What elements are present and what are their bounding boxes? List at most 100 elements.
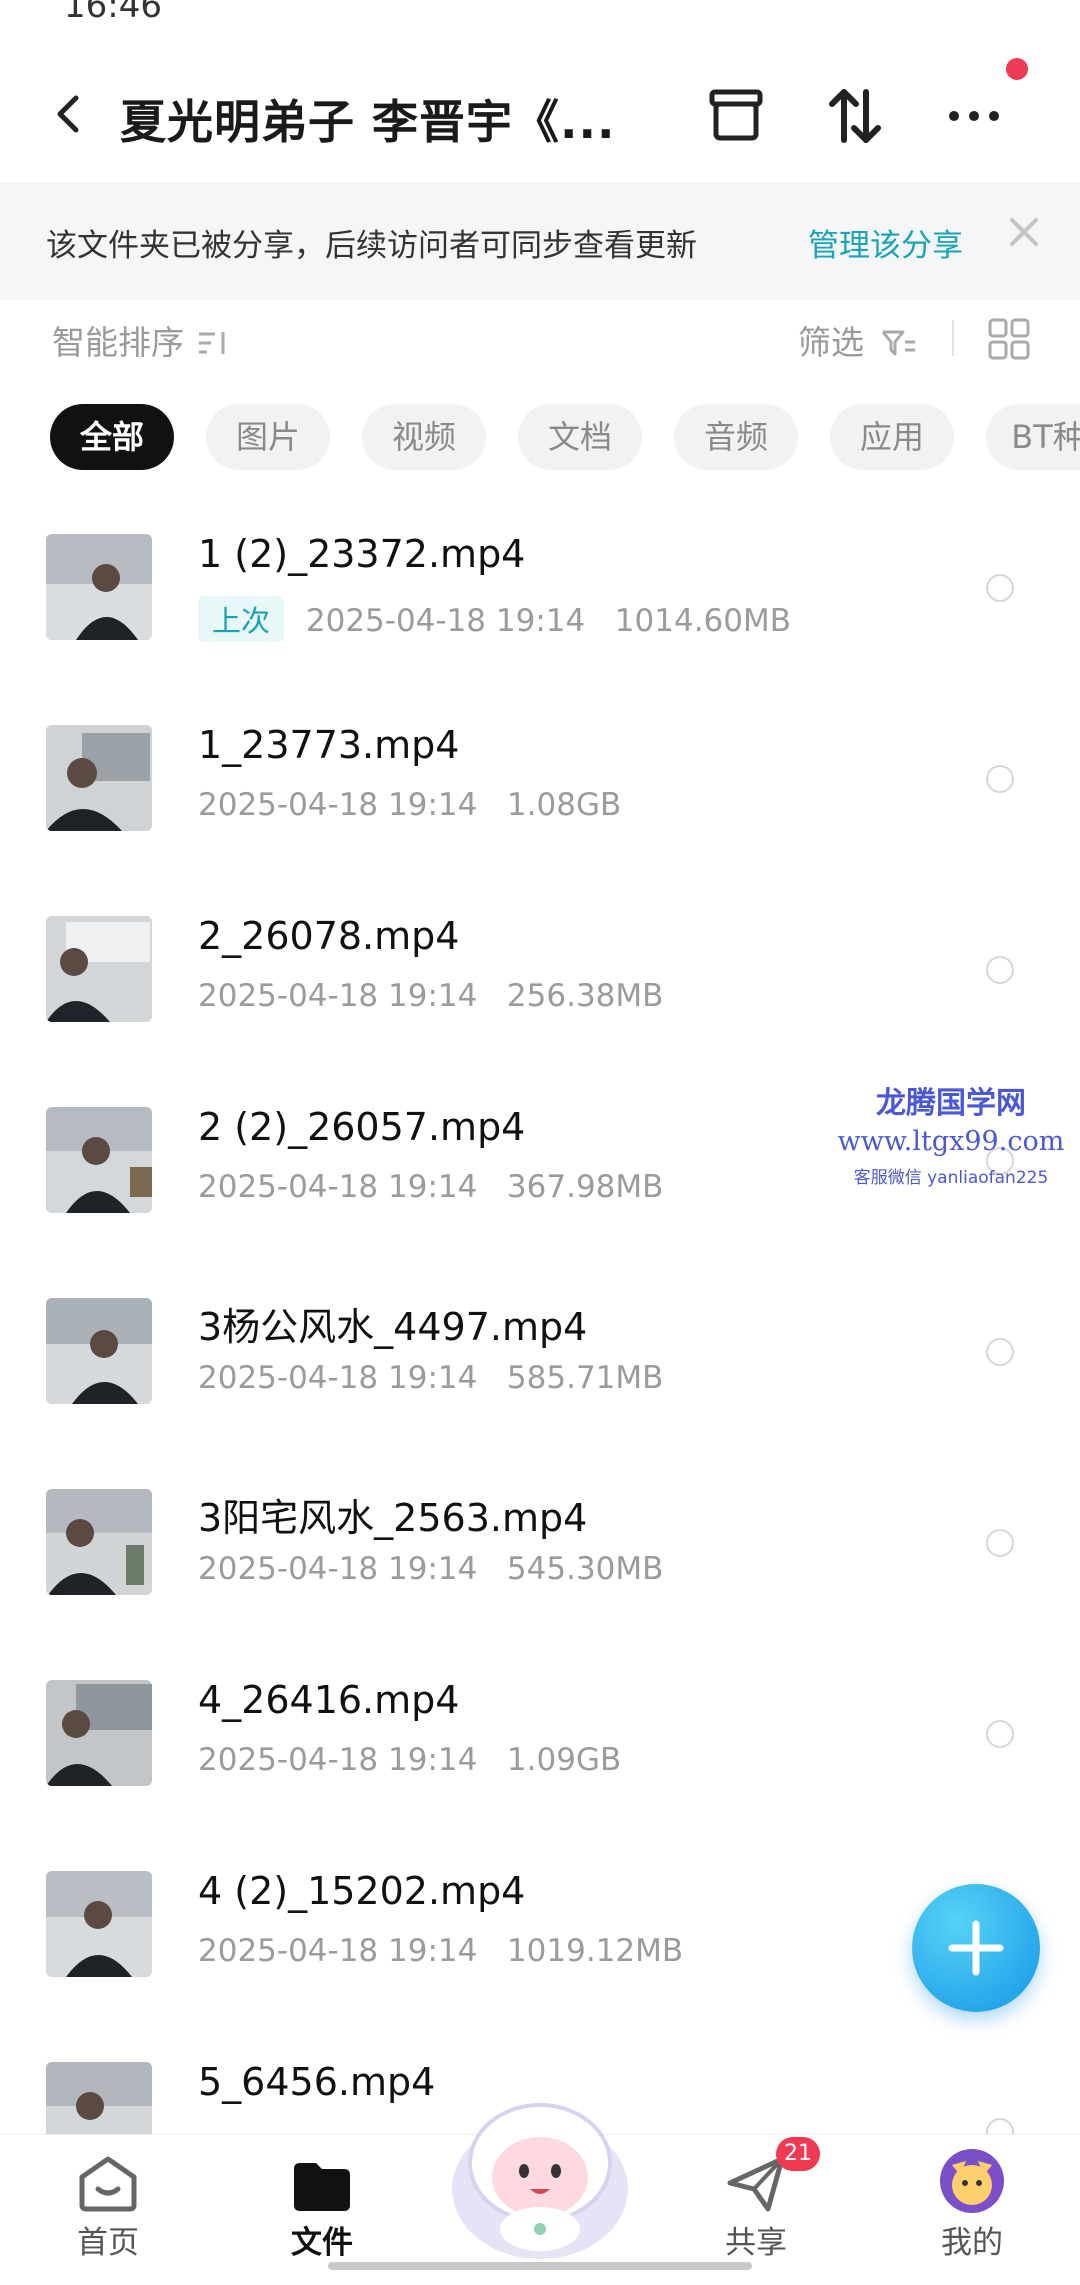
avatar-icon <box>940 2149 1004 2213</box>
share-count-badge: 21 <box>776 2137 820 2171</box>
select-radio[interactable] <box>986 1529 1014 1557</box>
file-row[interactable]: 3杨公风水_4497.mp4 2025-04-18 19:14 585.71MB <box>0 1298 1080 1488</box>
folder-icon <box>294 2163 350 2211</box>
chip-apps[interactable]: 应用 <box>830 404 954 470</box>
file-date: 2025-04-18 19:14 <box>198 1551 478 1587</box>
file-size: 1019.12MB <box>506 1933 684 1969</box>
status-time: 16:46 <box>64 0 162 26</box>
chip-bt[interactable]: BT种 <box>986 404 1080 470</box>
filter-button[interactable]: 筛选 <box>798 316 917 364</box>
file-name: 1 (2)_23372.mp4 <box>198 532 526 576</box>
chip-images[interactable]: 图片 <box>206 404 330 470</box>
file-date: 2025-04-18 19:14 <box>305 603 586 639</box>
plus-icon <box>948 1920 1004 1976</box>
file-size: 367.98MB <box>506 1169 664 1205</box>
video-thumbnail <box>46 1107 152 1213</box>
file-name: 3阳宅风水_2563.mp4 <box>198 1496 588 1540</box>
file-date: 2025-04-18 19:14 <box>198 1360 478 1396</box>
select-radio[interactable] <box>986 1720 1014 1748</box>
notification-dot <box>1006 58 1028 80</box>
share-notice-banner: 该文件夹已被分享，后续访问者可同步查看更新 管理该分享 <box>0 182 1080 300</box>
video-thumbnail <box>46 534 152 640</box>
assistant-mascot-button[interactable] <box>440 2079 640 2279</box>
file-meta: 上次 2025-04-18 19:14 1014.60MB <box>198 596 791 642</box>
select-radio[interactable] <box>986 956 1014 984</box>
file-row[interactable]: 3阳宅风水_2563.mp4 2025-04-18 19:14 545.30MB <box>0 1489 1080 1679</box>
video-thumbnail <box>46 1680 152 1786</box>
share-notice-text: 该文件夹已被分享，后续访问者可同步查看更新 <box>46 228 697 264</box>
file-name: 1_23773.mp4 <box>198 723 460 767</box>
top-app-bar: 夏光明弟子 李晋宇《... <box>0 40 1080 190</box>
file-size: 545.30MB <box>506 1551 664 1587</box>
more-options-icon[interactable] <box>942 84 1006 148</box>
video-thumbnail <box>46 1871 152 1977</box>
file-date: 2025-04-18 19:14 <box>198 1169 478 1205</box>
file-size: 585.71MB <box>506 1360 664 1396</box>
file-date: 2025-04-18 19:14 <box>198 1742 478 1778</box>
sort-lines-icon <box>198 332 224 354</box>
video-thumbnail <box>46 725 152 831</box>
file-meta: 2025-04-18 19:14 1019.12MB <box>198 1933 683 1969</box>
last-opened-badge: 上次 <box>198 596 285 642</box>
file-meta: 2025-04-18 19:14 545.30MB <box>198 1551 663 1587</box>
file-size: 256.38MB <box>506 978 664 1014</box>
chip-documents[interactable]: 文档 <box>518 404 642 470</box>
file-name: 2_26078.mp4 <box>198 914 460 958</box>
file-name: 3杨公风水_4497.mp4 <box>198 1305 588 1349</box>
chip-videos[interactable]: 视频 <box>362 404 486 470</box>
file-row[interactable]: 4_26416.mp4 2025-04-18 19:14 1.09GB <box>0 1678 1080 1870</box>
chip-audio[interactable]: 音频 <box>674 404 798 470</box>
watermark-line2: www.ltgx99.com <box>837 1126 1065 1157</box>
status-bar: 16:46 <box>0 0 1080 30</box>
video-thumbnail <box>46 1298 152 1404</box>
watermark: 龙腾国学网 www.ltgx99.com 客服微信 yanliaofan225 <box>822 1078 1080 1188</box>
filter-label: 筛选 <box>798 323 864 362</box>
nav-me[interactable]: 我的 <box>892 2135 1052 2285</box>
file-name: 4 (2)_15202.mp4 <box>198 1869 526 1913</box>
file-meta: 2025-04-18 19:14 1.09GB <box>198 1742 621 1778</box>
watermark-line3: 客服微信 yanliaofan225 <box>853 1168 1049 1188</box>
nav-files-label: 文件 <box>291 2225 353 2261</box>
select-radio[interactable] <box>986 765 1014 793</box>
file-name: 4_26416.mp4 <box>198 1678 460 1722</box>
file-row[interactable]: 1_23773.mp4 2025-04-18 19:14 1.08GB <box>0 723 1080 915</box>
file-meta: 2025-04-18 19:14 585.71MB <box>198 1360 663 1396</box>
filter-icon <box>881 330 915 356</box>
chip-all[interactable]: 全部 <box>50 404 174 470</box>
close-icon[interactable] <box>1004 212 1044 252</box>
smart-sort-label: 智能排序 <box>52 323 184 362</box>
archive-icon[interactable] <box>704 84 768 148</box>
nav-me-label: 我的 <box>941 2225 1003 2261</box>
file-date: 2025-04-18 19:14 <box>198 787 478 823</box>
file-date: 2025-04-18 19:14 <box>198 978 478 1014</box>
file-row[interactable]: 1 (2)_23372.mp4 上次 2025-04-18 19:14 1014… <box>0 532 1080 724</box>
sort-arrows-icon[interactable] <box>822 84 886 148</box>
home-icon <box>79 2156 137 2212</box>
sort-filter-bar: 智能排序 筛选 <box>0 300 1080 380</box>
nav-share-label: 共享 <box>725 2225 787 2261</box>
category-chips: 全部 图片 视频 文档 音频 应用 BT种 <box>0 404 1080 474</box>
video-thumbnail <box>46 1489 152 1595</box>
file-size: 1.08GB <box>506 787 622 823</box>
smart-sort-button[interactable]: 智能排序 <box>52 316 231 364</box>
file-name: 5_6456.mp4 <box>198 2060 436 2104</box>
file-size: 1014.60MB <box>614 603 792 639</box>
file-meta: 2025-04-18 19:14 367.98MB <box>198 1169 663 1205</box>
nav-home-label: 首页 <box>77 2225 139 2261</box>
file-name: 2 (2)_26057.mp4 <box>198 1105 526 1149</box>
divider <box>952 320 954 356</box>
watermark-line1: 龙腾国学网 <box>876 1086 1026 1121</box>
mascot-icon <box>452 2103 628 2259</box>
page-title: 夏光明弟子 李晋宇《... <box>120 95 616 149</box>
file-size: 1.09GB <box>506 1742 622 1778</box>
file-meta: 2025-04-18 19:14 256.38MB <box>198 978 663 1014</box>
nav-home[interactable]: 首页 <box>28 2135 188 2285</box>
select-radio[interactable] <box>986 1338 1014 1366</box>
file-date: 2025-04-18 19:14 <box>198 1933 478 1969</box>
manage-share-link[interactable]: 管理该分享 <box>808 220 963 265</box>
add-fab-button[interactable] <box>912 1884 1040 2012</box>
file-meta: 2025-04-18 19:14 1.08GB <box>198 787 621 823</box>
back-arrow-icon[interactable] <box>48 92 88 136</box>
select-radio[interactable] <box>986 574 1014 602</box>
grid-view-icon[interactable] <box>988 318 1030 360</box>
